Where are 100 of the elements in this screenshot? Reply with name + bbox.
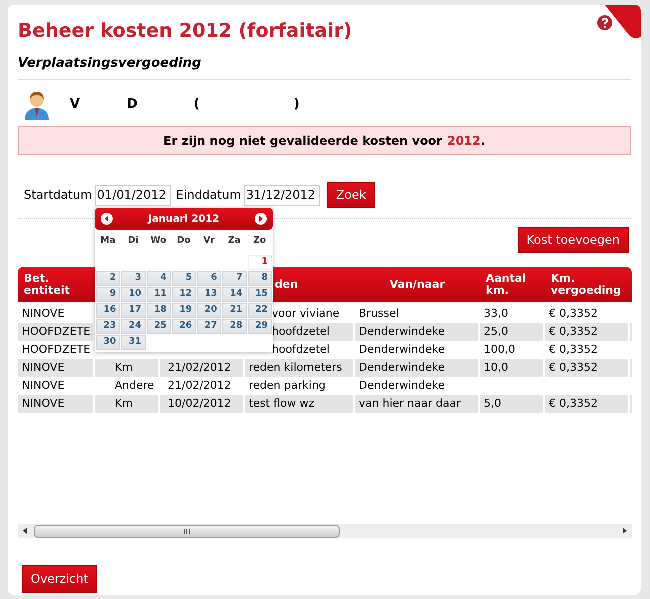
table-cell-text: van hier naar daar: [359, 396, 461, 412]
end-date-field[interactable]: 31/12/2012: [244, 184, 320, 206]
calendar-day[interactable]: 12: [172, 287, 196, 302]
table-cell-text: reden kilometers: [249, 360, 342, 376]
table-cell-text: 21/02/2012: [168, 360, 232, 376]
calendar-day[interactable]: 21: [222, 303, 247, 318]
table-cell-text: € 0,3352: [549, 306, 598, 322]
end-date-label: Einddatum: [176, 187, 242, 204]
section-subtitle: Verplaatsingsvergoeding: [18, 55, 202, 73]
table-cell-text: € 0,3352: [549, 360, 598, 376]
previous-month-icon[interactable]: [101, 213, 113, 225]
calendar-day[interactable]: 16: [96, 303, 120, 318]
table-cell-text: 21/02/2012: [168, 378, 232, 394]
calendar-day[interactable]: 24: [121, 319, 146, 334]
table-cell-text: € 0,3352: [549, 396, 598, 412]
calendar-day[interactable]: 8: [248, 271, 272, 286]
calendar-day[interactable]: 11: [146, 287, 171, 302]
table-cell-text: test flow wz: [249, 396, 315, 412]
calendar-day[interactable]: 25: [146, 319, 171, 334]
table-cell-text: 5,0: [484, 396, 502, 412]
weekday-label: Za: [228, 235, 241, 248]
table-cell-text: HOOFDZETE: [22, 324, 91, 340]
table-cell-text: Denderwindeke: [359, 360, 446, 376]
table-cell-text: voor viviane: [272, 306, 340, 322]
table-cell-text: € 0,3352: [549, 342, 598, 358]
weekday-label: Di: [128, 235, 139, 248]
weekday-label: Vr: [204, 235, 215, 248]
calendar-day[interactable]: 15: [248, 287, 272, 302]
table-cell-text: NINOVE: [22, 360, 65, 376]
calendar-day[interactable]: 18: [146, 303, 171, 318]
table-cell-text: hoofdzetel: [272, 342, 330, 358]
table-cell-text: 10/02/2012: [168, 396, 232, 412]
next-month-icon[interactable]: [254, 213, 267, 225]
user-name-text: ): [294, 96, 300, 114]
add-cost-button[interactable]: Kost toevoegen: [518, 227, 629, 253]
user-avatar-icon: [24, 90, 50, 120]
calendar-day[interactable]: 19: [172, 303, 196, 318]
user-name-text: D: [127, 96, 138, 114]
help-icon[interactable]: [597, 15, 613, 31]
weekday-label: Ma: [100, 235, 116, 248]
column-header[interactable]: den: [275, 278, 298, 290]
calendar-day[interactable]: 30: [96, 335, 120, 350]
table-cell-text: NINOVE: [22, 378, 65, 394]
user-name-text: (: [194, 96, 200, 114]
alert-message: Er zijn nog niet gevalideerde kosten voor: [164, 132, 442, 150]
calendar-day[interactable]: 1: [248, 255, 272, 270]
calendar-day[interactable]: 20: [197, 303, 222, 318]
table-cell-text: Brussel: [359, 306, 400, 322]
calendar-month: Januari 2012: [148, 212, 220, 226]
calendar-day[interactable]: 26: [172, 319, 196, 334]
table-cell-text: Km: [115, 396, 133, 412]
horizontal-scrollbar[interactable]: [18, 524, 632, 538]
page-title: Beheer kosten 2012 (forfaitair): [18, 19, 354, 44]
calendar-day[interactable]: 14: [222, 287, 247, 302]
start-date-label: Startdatum: [24, 187, 92, 204]
calendar-day[interactable]: 23: [96, 319, 120, 334]
calendar-day[interactable]: 4: [146, 271, 171, 286]
table-cell-text: HOOFDZETE: [22, 342, 91, 358]
calendar-day[interactable]: 27: [197, 319, 222, 334]
column-header[interactable]: Van/naar: [390, 278, 446, 290]
calendar-day[interactable]: 9: [96, 287, 120, 302]
calendar-day[interactable]: 28: [222, 319, 247, 334]
table-cell-text: NINOVE: [22, 306, 65, 322]
user-name-text: V: [70, 96, 80, 114]
calendar-day[interactable]: 6: [197, 271, 222, 286]
calendar-day[interactable]: 3: [121, 271, 146, 286]
calendar-day[interactable]: 5: [172, 271, 196, 286]
overview-button[interactable]: Overzicht: [22, 565, 98, 593]
calendar-day[interactable]: 17: [121, 303, 146, 318]
column-header[interactable]: Bet. entiteit: [24, 272, 89, 296]
corner-fold-icon: [605, 5, 641, 41]
calendar-day[interactable]: 13: [197, 287, 222, 302]
calendar-day[interactable]: 29: [248, 319, 272, 334]
table-cell-text: reden parking: [249, 378, 326, 394]
calendar-day[interactable]: 2: [96, 271, 120, 286]
table-cell-text: 10,0: [484, 360, 508, 376]
table-cell-text: Denderwindeke: [359, 324, 446, 340]
table-cell-text: 25,0: [484, 324, 508, 340]
table-cell-text: Andere: [115, 378, 154, 394]
weekday-label: Do: [177, 235, 191, 248]
table-cell-text: NINOVE: [22, 396, 65, 412]
alert-year: 2012: [447, 132, 481, 150]
search-button[interactable]: Zoek: [327, 182, 376, 208]
calendar-day[interactable]: 10: [121, 287, 146, 302]
column-header[interactable]: Aantal km.: [486, 272, 539, 296]
table-cell-text: Km: [115, 360, 133, 376]
start-date-field[interactable]: 01/01/2012: [95, 184, 172, 206]
calendar-day[interactable]: 7: [222, 271, 247, 286]
table-cell-text: hoofdzetel: [272, 324, 330, 340]
table-cell-text: 100,0: [484, 342, 516, 358]
table-cell-text: 33,0: [484, 306, 508, 322]
alert-end: .: [480, 132, 486, 150]
weekday-label: Wo: [150, 235, 167, 248]
calendar-day[interactable]: 22: [248, 303, 272, 318]
table-cell-text: Denderwindeke: [359, 342, 446, 358]
calendar-day[interactable]: 31: [121, 335, 146, 350]
table-cell-text: Denderwindeke: [359, 378, 446, 394]
scroll-thumb[interactable]: [34, 524, 340, 538]
column-header[interactable]: Km. vergoeding: [551, 272, 624, 296]
table-cell-text: € 0,3352: [549, 324, 598, 340]
